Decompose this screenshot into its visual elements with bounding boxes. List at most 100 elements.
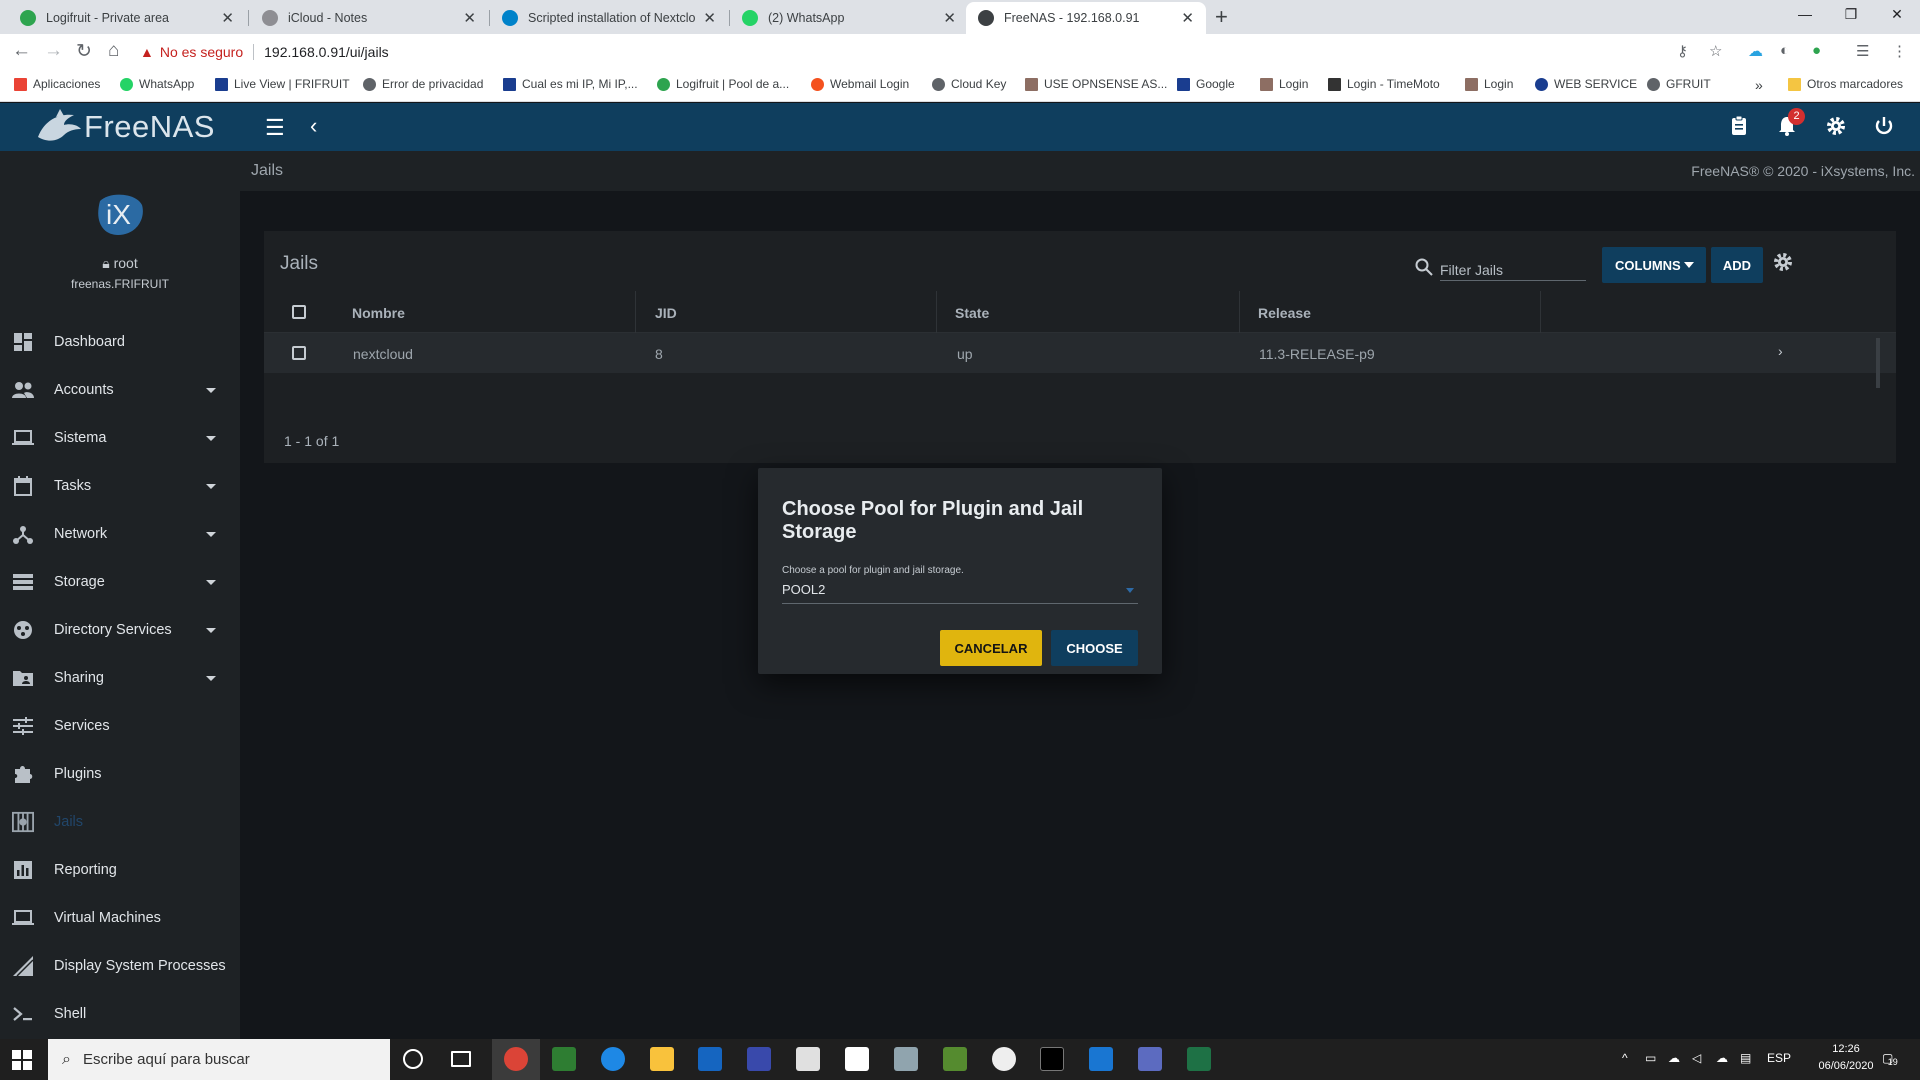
freenas-logo[interactable]: FreeNAS [34,107,215,147]
close-window-icon[interactable]: ✕ [1874,0,1920,30]
pool-select[interactable]: POOL2 [782,582,1138,604]
browser-tab-active[interactable]: FreeNAS - 192.168.0.91 ✕ [966,2,1206,34]
chevron-right-icon[interactable]: › [1778,343,1783,359]
sidebar-item-network[interactable]: Network [0,510,240,558]
power-icon[interactable] [1873,115,1895,143]
grammarly-extension-icon[interactable]: ● [1812,42,1821,59]
bookmark-folder[interactable]: Otros marcadores [1788,77,1903,91]
home-icon[interactable]: ⌂ [108,40,119,62]
file-explorer-icon[interactable] [650,1047,674,1071]
gear-icon[interactable] [1772,251,1794,273]
browser-tab[interactable]: Scripted installation of Nextcloud ✕ [490,2,728,34]
network-tool-icon[interactable] [747,1047,771,1071]
language-indicator[interactable]: ESP [1767,1051,1791,1065]
bookmark-item[interactable]: Google [1177,77,1235,91]
bookmark-item[interactable]: USE OPNSENSE AS... [1025,77,1167,91]
clock-date[interactable]: 06/06/2020 [1814,1060,1878,1072]
key-icon[interactable]: ⚷ [1677,42,1688,60]
taskbar-search-box[interactable]: ⌕ Escribe aquí para buscar [48,1039,390,1080]
address-bar[interactable]: ▲ No es seguro 192.168.0.91/ui/jails [140,38,1760,66]
choose-button[interactable]: CHOOSE [1051,630,1138,666]
clipboard-icon[interactable] [1728,115,1750,143]
extension-icon[interactable]: ◐ [1780,42,1789,59]
sidebar-item-reporting[interactable]: Reporting [0,846,240,894]
profile-icon[interactable]: ☰ [1856,42,1869,60]
task-view-icon[interactable] [451,1051,471,1067]
close-tab-icon[interactable]: ✕ [943,9,956,27]
more-bookmarks-icon[interactable]: » [1755,77,1763,93]
close-tab-icon[interactable]: ✕ [703,9,716,27]
windows-start-icon[interactable] [12,1050,32,1070]
gear-icon[interactable] [1825,115,1847,143]
sidebar-item-directory-services[interactable]: Directory Services [0,606,240,654]
hamburger-menu-icon[interactable]: ☰ [265,115,285,141]
sidebar-item-shell[interactable]: Shell [0,990,240,1038]
browser-menu-icon[interactable]: ⋮ [1892,42,1907,60]
select-all-checkbox[interactable] [292,305,306,319]
close-tab-icon[interactable]: ✕ [463,9,476,27]
sidebar-item-sharing[interactable]: Sharing [0,654,240,702]
network-tray-icon[interactable]: ▭ [1645,1051,1656,1065]
bookmark-item[interactable]: GFRUIT [1647,77,1711,91]
sidebar-item-storage[interactable]: Storage [0,558,240,606]
sidebar-item-plugins[interactable]: Plugins [0,750,240,798]
cancel-button[interactable]: CANCELAR [940,630,1042,666]
bookmark-item[interactable]: Login [1260,77,1308,91]
close-tab-icon[interactable]: ✕ [221,9,234,27]
column-header-state[interactable]: State [955,305,989,321]
restore-window-icon[interactable]: ❐ [1828,0,1874,30]
terminal-icon[interactable] [1040,1047,1064,1071]
chevron-up-icon[interactable]: ^ [1622,1051,1628,1065]
sidebar-item-tasks[interactable]: Tasks [0,462,240,510]
insecure-label[interactable]: No es seguro [160,44,243,60]
new-tab-icon[interactable]: + [1215,4,1228,30]
window-app-icon[interactable] [845,1047,869,1071]
remote-desktop-icon[interactable] [1138,1047,1162,1071]
sidebar-item-services[interactable]: Services [0,702,240,750]
chrome-icon[interactable] [504,1047,528,1071]
column-header-nombre[interactable]: Nombre [352,305,405,321]
notification-center-icon[interactable]: ▢ 19 [1882,1051,1907,1067]
column-header-release[interactable]: Release [1258,305,1311,321]
column-header-jid[interactable]: JID [655,305,677,321]
cloud-extension-icon[interactable]: ☁ [1748,42,1763,60]
bookmark-item[interactable]: Logifruit | Pool de a... [657,77,789,91]
browser-tab[interactable]: (2) WhatsApp ✕ [730,2,968,34]
forward-arrow-icon[interactable]: → [44,40,63,62]
veeam-icon[interactable] [698,1047,722,1071]
keyboard-icon[interactable]: ▤ [1740,1051,1751,1065]
bookmark-item[interactable]: Cloud Key [932,77,1006,91]
app-taskbar-icon[interactable] [943,1047,967,1071]
table-row[interactable]: nextcloud 8 up 11.3-RELEASE-p9 › [264,333,1896,373]
app-taskbar-icon[interactable] [894,1047,918,1071]
chevron-left-icon[interactable]: ‹ [310,113,317,139]
close-tab-icon[interactable]: ✕ [1181,9,1194,27]
bookmark-item[interactable]: Webmail Login [811,77,909,91]
soccer-ball-icon[interactable] [992,1047,1016,1071]
bookmark-item[interactable]: Live View | FRIFRUIT [215,77,350,91]
sidebar-item-accounts[interactable]: Accounts [0,366,240,414]
filter-jails-input[interactable] [1440,253,1586,281]
minimize-window-icon[interactable]: — [1782,0,1828,30]
bookmark-item[interactable]: WhatsApp [120,77,194,91]
row-checkbox[interactable] [292,346,306,360]
back-arrow-icon[interactable]: ← [12,40,31,62]
add-button[interactable]: ADD [1711,247,1763,283]
volume-icon[interactable]: ◁ [1692,1051,1701,1065]
clock-time[interactable]: 12:26 [1819,1043,1873,1055]
star-icon[interactable]: ☆ [1709,42,1722,60]
browser-tab[interactable]: Logifruit - Private area ✕ [8,2,246,34]
app-taskbar-icon[interactable] [552,1047,576,1071]
reload-icon[interactable]: ↻ [76,40,92,63]
browser-tab[interactable]: iCloud - Notes ✕ [250,2,488,34]
columns-button[interactable]: COLUMNS [1602,247,1706,283]
sidebar-item-display-system-processes[interactable]: Display System Processes [0,942,240,990]
excel-icon[interactable] [1187,1047,1211,1071]
edge-icon[interactable] [601,1047,625,1071]
bookmark-item[interactable]: Login [1465,77,1513,91]
sidebar-item-jails[interactable]: Jails [0,798,240,846]
onedrive-icon[interactable]: ☁ [1716,1051,1728,1065]
mail-icon[interactable] [796,1047,820,1071]
sidebar-item-virtual-machines[interactable]: Virtual Machines [0,894,240,942]
bookmark-item[interactable]: Aplicaciones [14,77,100,91]
